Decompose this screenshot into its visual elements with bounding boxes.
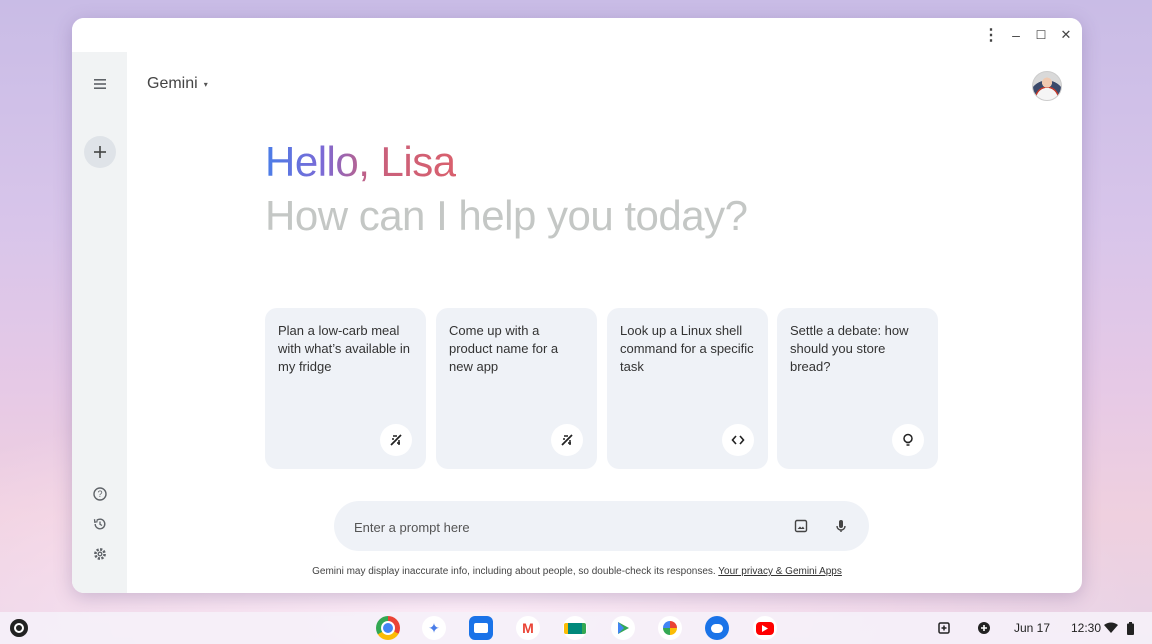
- gemini-icon[interactable]: ✦: [422, 616, 446, 640]
- sidebar: ?: [72, 52, 127, 593]
- chevron-down-icon: ▾: [203, 79, 208, 89]
- wifi-icon[interactable]: [1104, 612, 1118, 644]
- suggestion-card[interactable]: Settle a debate: how should you store br…: [777, 308, 938, 469]
- play-store-icon[interactable]: [611, 616, 635, 640]
- app-title: Gemini: [147, 75, 198, 92]
- privacy-link[interactable]: Your privacy & Gemini Apps: [718, 566, 842, 577]
- new-chat-button[interactable]: [84, 136, 116, 168]
- suggestion-card-text: Look up a Linux shell command for a spec…: [620, 323, 754, 374]
- launcher-button[interactable]: [10, 619, 28, 637]
- compass-icon: [551, 424, 583, 456]
- history-icon[interactable]: [85, 509, 115, 539]
- disclaimer: Gemini may display inaccurate info, incl…: [72, 566, 1082, 577]
- help-icon[interactable]: ?: [85, 479, 115, 509]
- gmail-icon[interactable]: M: [516, 616, 540, 640]
- prompt-bar: [334, 501, 869, 553]
- prompt-input[interactable]: [352, 501, 756, 553]
- suggestion-card-text: Settle a debate: how should you store br…: [790, 323, 909, 374]
- suggestion-card[interactable]: Come up with a product name for a new ap…: [436, 308, 597, 469]
- disclaimer-text: Gemini may display inaccurate info, incl…: [312, 566, 716, 577]
- lightbulb-icon: [892, 424, 924, 456]
- mic-icon[interactable]: [829, 514, 853, 538]
- model-selector[interactable]: Gemini ▾: [147, 75, 208, 93]
- settings-icon[interactable]: [85, 539, 115, 569]
- title-bar: ⋮ – ☐ ✕: [72, 18, 1082, 52]
- meet-icon[interactable]: [563, 616, 587, 640]
- greeting-subtitle: How can I help you today?: [265, 192, 748, 239]
- suggestion-card[interactable]: Plan a low-carb meal with what’s availab…: [265, 308, 426, 469]
- screen-capture-icon[interactable]: [936, 612, 952, 644]
- shelf: ✦ M Jun 17 12:30: [0, 612, 1152, 644]
- gemini-window: ⋮ – ☐ ✕ ? Gemini ▾ Hello, Lisa How can I…: [72, 18, 1082, 593]
- close-button[interactable]: ✕: [1055, 24, 1077, 46]
- suggestion-card-text: Come up with a product name for a new ap…: [449, 323, 559, 374]
- chrome-icon[interactable]: [376, 616, 400, 640]
- battery-icon[interactable]: [1127, 612, 1134, 644]
- photos-icon[interactable]: [658, 616, 682, 640]
- image-upload-icon[interactable]: [789, 514, 813, 538]
- menu-icon[interactable]: [85, 69, 115, 99]
- avatar[interactable]: [1032, 71, 1062, 101]
- files-icon[interactable]: [469, 616, 493, 640]
- suggestion-card-text: Plan a low-carb meal with what’s availab…: [278, 323, 410, 374]
- maximize-button[interactable]: ☐: [1030, 24, 1052, 46]
- messages-icon[interactable]: [705, 616, 729, 640]
- code-icon: [722, 424, 754, 456]
- minimize-button[interactable]: –: [1005, 24, 1027, 46]
- youtube-icon[interactable]: [753, 616, 777, 640]
- plus-icon: [94, 146, 106, 158]
- compass-icon: [380, 424, 412, 456]
- suggestion-card[interactable]: Look up a Linux shell command for a spec…: [607, 308, 768, 469]
- date-label[interactable]: Jun 17: [1014, 612, 1050, 644]
- time-label[interactable]: 12:30: [1071, 612, 1101, 644]
- status-icon[interactable]: [977, 612, 991, 644]
- greeting-hello: Hello, Lisa: [265, 138, 456, 185]
- window-menu-button[interactable]: ⋮: [980, 24, 1002, 46]
- svg-text:?: ?: [97, 489, 102, 499]
